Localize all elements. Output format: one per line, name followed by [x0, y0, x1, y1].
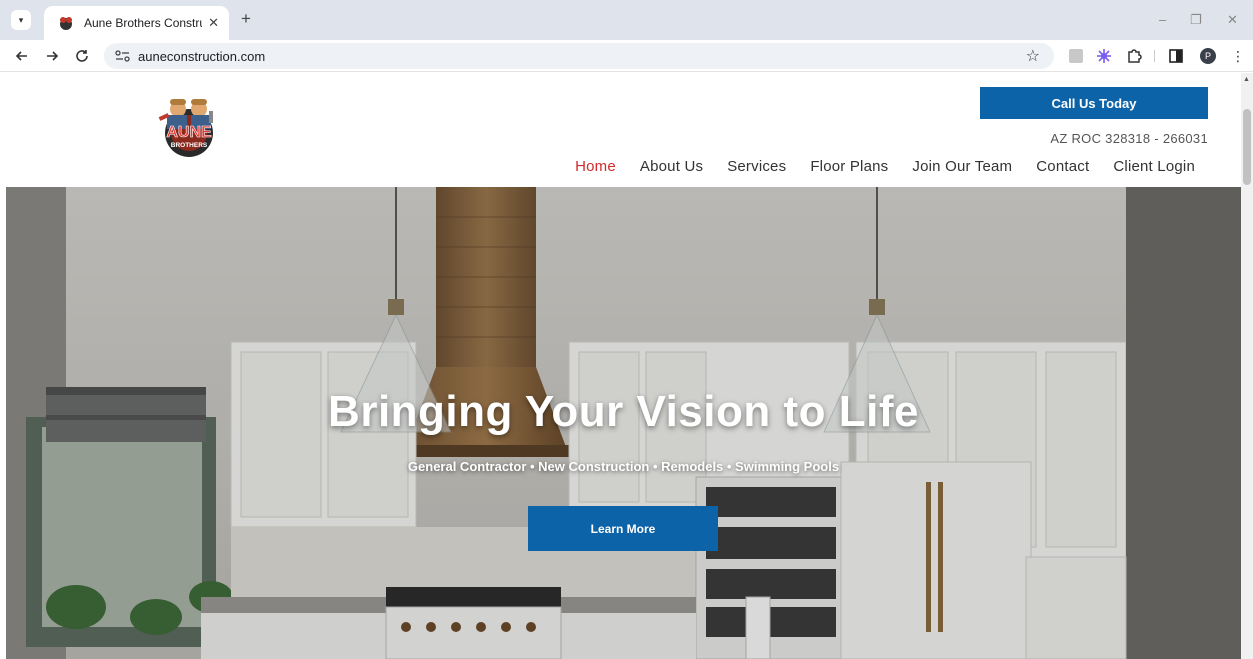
chevron-down-icon: ▾ [18, 14, 24, 25]
nav-client-login[interactable]: Client Login [1113, 158, 1195, 175]
learn-more-button[interactable]: Learn More [528, 506, 718, 551]
url-text: auneconstruction.com [138, 48, 266, 64]
hero-subheadline: General Contractor • New Construction • … [407, 459, 840, 474]
site-info-icon[interactable] [114, 49, 132, 63]
extension-r-icon[interactable] [1066, 46, 1086, 66]
aune-brothers-logo[interactable]: AUNE BROTHERS [155, 91, 223, 161]
nav-about-us[interactable]: About Us [640, 158, 703, 175]
restore-icon[interactable]: ❐ [1190, 12, 1202, 28]
forward-arrow-icon[interactable] [42, 46, 62, 66]
profile-avatar[interactable]: P [1198, 46, 1218, 66]
new-tab-button[interactable]: + [236, 10, 256, 30]
logo-subwordmark: BROTHERS [171, 142, 208, 149]
reload-icon[interactable] [72, 46, 92, 66]
nav-home[interactable]: Home [575, 158, 616, 175]
extensions-puzzle-icon[interactable] [1124, 46, 1144, 66]
close-tab-icon[interactable]: ✕ [208, 15, 219, 31]
license-number: AZ ROC 328318 - 266031 [1050, 131, 1208, 146]
web-page: AUNE BROTHERS Call Us Today AZ ROC 32831… [0, 73, 1241, 659]
page-scrollbar[interactable]: ▲ [1241, 73, 1253, 659]
site-favicon-icon [60, 17, 72, 30]
hero-headline: Bringing Your Vision to Life [328, 387, 919, 436]
browser-toolbar: auneconstruction.com ☆ P ⋮ [0, 40, 1253, 72]
nav-services[interactable]: Services [727, 158, 786, 175]
tab-search-button[interactable]: ▾ [11, 10, 31, 30]
nav-contact[interactable]: Contact [1036, 158, 1089, 175]
call-us-today-button[interactable]: Call Us Today [980, 87, 1208, 119]
address-bar[interactable]: auneconstruction.com ☆ [104, 43, 1054, 69]
scroll-up-arrow-icon[interactable]: ▲ [1243, 76, 1250, 83]
back-arrow-icon[interactable] [12, 46, 32, 66]
minimize-icon[interactable]: – [1159, 12, 1166, 27]
tab-title: Aune Brothers Construction [84, 16, 202, 30]
logo-wordmark: AUNE [166, 124, 212, 141]
main-navigation: Home About Us Services Floor Plans Join … [575, 158, 1195, 175]
nav-join-our-team[interactable]: Join Our Team [912, 158, 1012, 175]
profile-initial: P [1200, 48, 1216, 64]
close-window-icon[interactable]: ✕ [1227, 12, 1238, 28]
kebab-menu-icon[interactable]: ⋮ [1228, 46, 1248, 66]
bookmark-star-icon[interactable]: ☆ [1026, 46, 1040, 66]
hero-banner: Bringing Your Vision to Life General Con… [6, 187, 1241, 659]
browser-tab-bar: ▾ Aune Brothers Construction ✕ + – ❐ ✕ [0, 0, 1253, 40]
scrollbar-thumb[interactable] [1243, 109, 1251, 185]
toolbar-divider [1154, 50, 1155, 62]
extension-flower-icon[interactable] [1094, 46, 1114, 66]
browser-tab[interactable]: Aune Brothers Construction ✕ [44, 6, 229, 40]
nav-floor-plans[interactable]: Floor Plans [810, 158, 888, 175]
side-panel-icon[interactable] [1166, 46, 1186, 66]
